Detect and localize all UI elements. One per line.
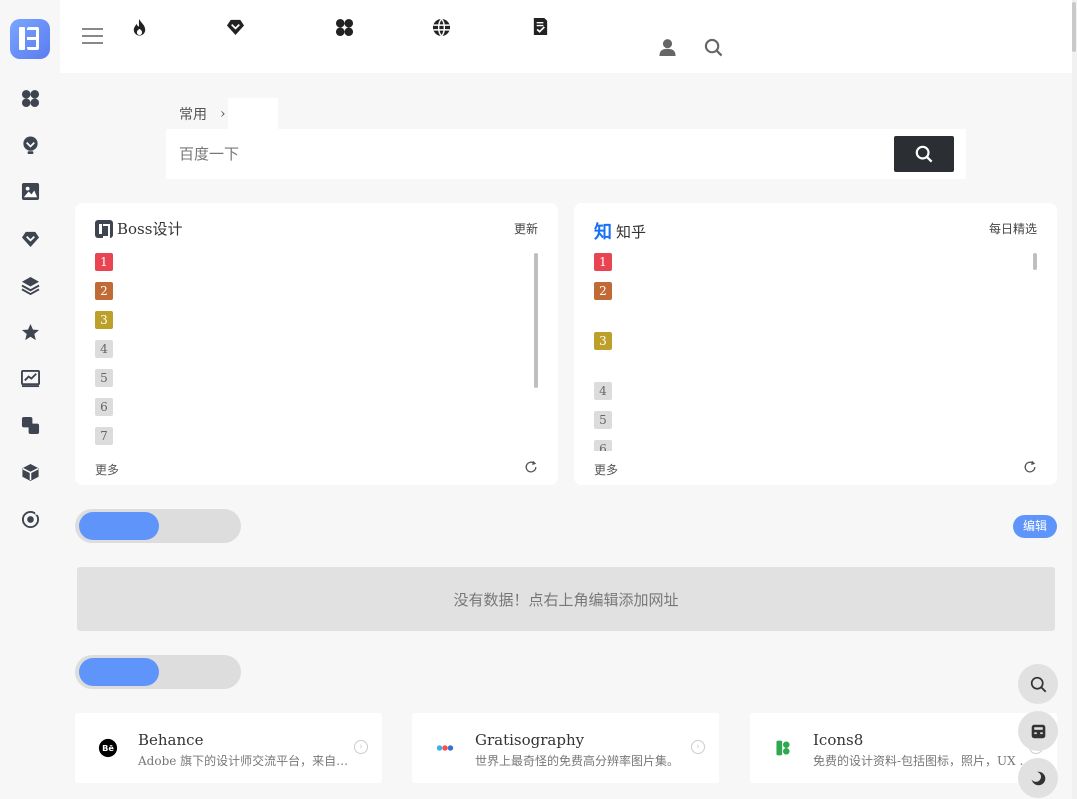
rank-badge: 2 [594,282,612,300]
site-card-icons8[interactable]: Icons8 免费的设计资料-包括图标，照片，UX 插图和音乐 › [750,713,1057,783]
refresh-icon[interactable] [1023,460,1037,474]
layers-icon[interactable] [20,275,40,295]
target-icon[interactable] [20,509,40,529]
gratisography-logo-icon [434,737,456,759]
diamond-icon[interactable] [20,228,40,248]
clover-icon[interactable] [334,17,354,37]
search-button[interactable] [894,136,954,172]
rank-badge: 6 [594,440,612,451]
site-description: 世界上最奇怪的免费高分辨率图片集。 [475,754,680,768]
overlap-icon[interactable] [20,415,40,435]
rank-badge: 4 [594,382,612,400]
toggle-knob [79,658,159,686]
search-icon[interactable] [703,37,723,57]
more-link[interactable]: 更多 [95,461,119,478]
rank-badge: 3 [95,311,113,329]
more-link[interactable]: 更多 [594,461,618,478]
calculator-icon [1031,724,1045,738]
rank-badge: 2 [95,282,113,300]
tab-common[interactable]: 常用 [166,98,220,129]
float-theme-button[interactable] [1018,758,1058,798]
chevron-right-icon[interactable]: › [220,98,228,129]
search-tabs: 常用 › [166,98,278,129]
user-icon[interactable] [657,37,677,57]
arrow-right-icon[interactable]: › [691,740,705,754]
rank-badge: 5 [594,411,612,429]
globe-icon[interactable] [431,17,451,37]
section-tab-toggle[interactable] [75,509,241,543]
page-scrollbar[interactable] [1072,0,1077,799]
hot-card-boss: Boss设计 更新 1 2 3 4 5 6 7 更多 [75,203,558,485]
site-description: Adobe 旗下的设计师交流平台，来自世界各地的设计师在这里分享自己的作品 [138,754,358,768]
refresh-icon[interactable] [524,460,538,474]
float-search-button[interactable] [1018,664,1058,704]
site-card-behance[interactable]: Bē Behance Adobe 旗下的设计师交流平台，来自世界各地的设计师在这… [75,713,382,783]
chart-icon[interactable] [20,368,40,388]
image-icon[interactable] [20,181,40,201]
behance-logo-icon: Bē [97,737,119,759]
top-bar [60,0,1072,73]
svg-text:Bē: Bē [102,743,114,753]
rank-badge: 1 [594,253,612,271]
rank-badge: 7 [95,427,113,445]
clover-icon[interactable] [20,88,40,108]
tab-active[interactable] [227,98,278,129]
site-card-gratisography[interactable]: Gratisography 世界上最奇怪的免费高分辨率图片集。 › [412,713,719,783]
lightbulb-icon[interactable] [20,135,40,155]
site-description: 免费的设计资料-包括图标，照片，UX 插图和音乐 [813,754,1033,768]
search-icon [915,145,933,163]
section-tab-toggle[interactable] [75,655,241,689]
rank-badge: 4 [95,340,113,358]
search-icon [1030,676,1046,692]
arrow-right-icon[interactable]: › [354,740,368,754]
cube-icon[interactable] [20,462,40,482]
site-logo[interactable] [10,19,50,59]
empty-placeholder: 没有数据！点右上角编辑添加网址 [77,567,1055,631]
rank-badge: 6 [95,398,113,416]
refresh-update-link[interactable]: 更新 [514,220,538,237]
search-box [166,129,966,179]
boss-logo-icon [95,219,113,238]
rank-badge: 3 [594,332,612,350]
menu-icon[interactable] [82,26,103,46]
toggle-knob [79,512,159,540]
zhihu-logo-icon: 知 [594,222,612,243]
hot-list: 1 2 3 4 5 6 7 [95,253,535,451]
rank-badge: 5 [95,369,113,387]
rank-badge: 1 [95,253,113,271]
list-scrollbar[interactable] [1033,253,1037,270]
site-name: Behance [138,731,204,749]
site-name: Icons8 [813,731,864,749]
list-scrollbar[interactable] [534,253,538,388]
card-title: 知 知乎 [594,218,646,244]
star-icon[interactable] [20,322,40,342]
search-input[interactable] [166,129,886,179]
icons8-logo-icon [772,737,794,759]
sidebar [0,0,60,799]
float-calculator-button[interactable] [1018,711,1058,751]
moon-icon [1030,771,1045,785]
edit-button[interactable]: 编辑 [1013,515,1057,538]
diamond-icon[interactable] [225,16,245,36]
daily-pick-link[interactable]: 每日精选 [989,220,1037,237]
card-title: Boss设计 [95,218,182,239]
hot-list: 1 2 3 4 5 6 [594,253,1034,451]
site-name: Gratisography [475,731,585,749]
fire-icon[interactable] [129,17,149,37]
document-icon[interactable] [530,16,550,36]
hot-card-zhihu: 知 知乎 每日精选 1 2 3 4 5 6 更多 [574,203,1057,485]
